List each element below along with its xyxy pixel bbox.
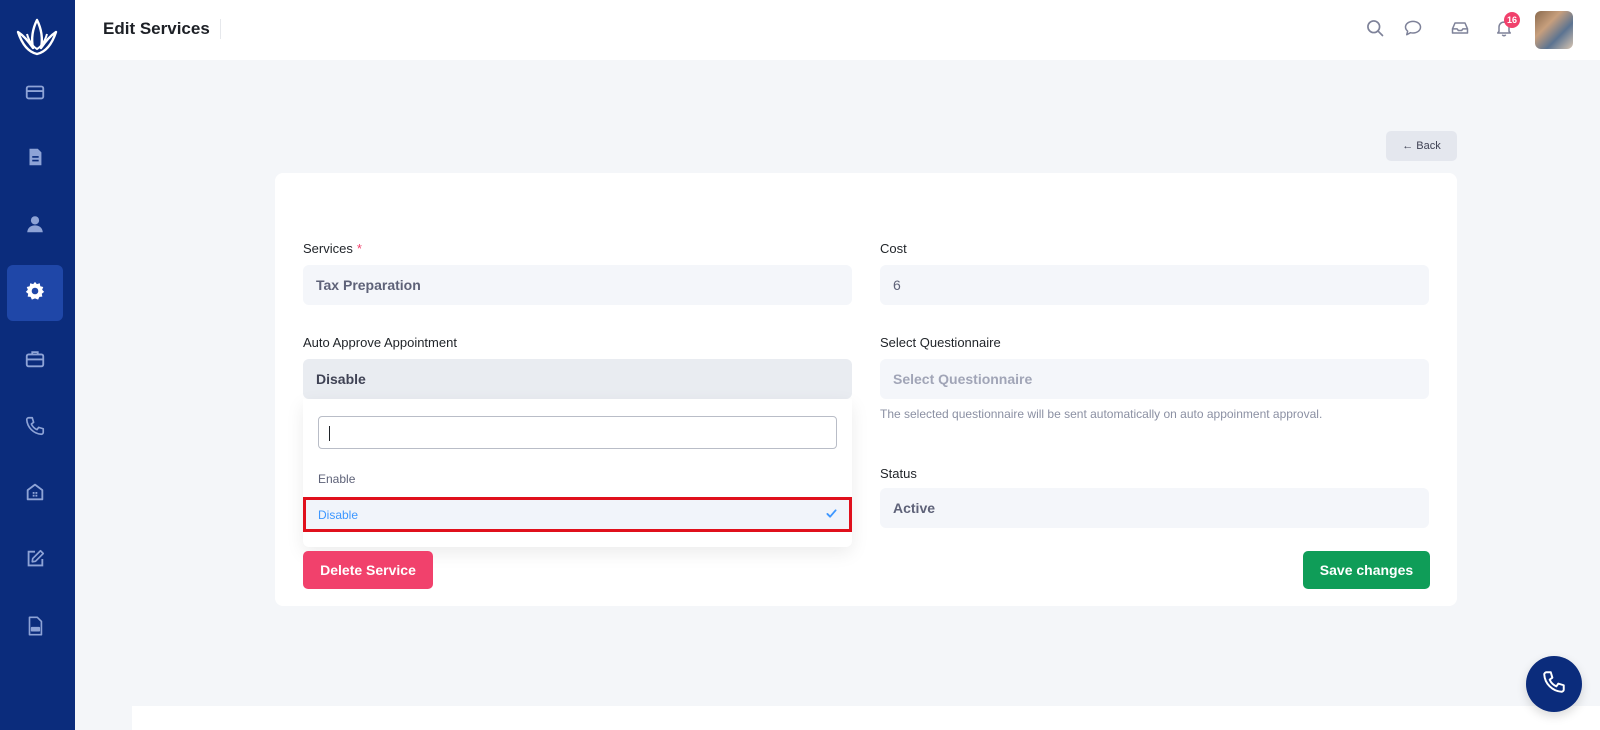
auto-approve-dropdown: Enable Disable (303, 399, 852, 547)
cost-field[interactable]: 6 (880, 265, 1429, 305)
questionnaire-select[interactable]: Select Questionnaire (880, 359, 1429, 399)
delete-service-button[interactable]: Delete Service (303, 551, 433, 589)
text-caret (329, 426, 330, 441)
chat-icon (1403, 18, 1423, 43)
services-label: Services * (303, 241, 362, 256)
phone-icon (24, 415, 46, 442)
services-field[interactable]: Tax Preparation (303, 265, 852, 305)
sidebar-item-calls[interactable] (7, 400, 63, 456)
sidebar-item-offices[interactable] (7, 466, 63, 522)
back-button[interactable]: ← Back (1386, 131, 1457, 161)
user-avatar[interactable] (1535, 11, 1573, 49)
gear-icon (24, 280, 46, 307)
sidebar (0, 0, 75, 730)
document-icon (24, 146, 46, 173)
sidebar-item-wallet[interactable] (7, 66, 63, 122)
required-marker: * (356, 241, 362, 256)
check-icon (826, 508, 837, 519)
notification-count-badge: 16 (1504, 12, 1520, 28)
dropdown-option-enable[interactable]: Enable (303, 461, 852, 496)
inbox-button[interactable] (1448, 18, 1472, 42)
dropdown-search-input[interactable] (318, 416, 837, 449)
search-icon (1365, 18, 1385, 43)
inbox-icon (1450, 18, 1470, 43)
dropdown-option-disable[interactable]: Disable (303, 497, 852, 532)
topbar: Edit Services 16 (75, 0, 1600, 60)
questionnaire-hint: The selected questionnaire will be sent … (880, 407, 1323, 421)
search-button[interactable] (1363, 18, 1387, 42)
brand-logo[interactable] (14, 14, 60, 60)
sidebar-item-notes[interactable] (7, 533, 63, 589)
edit-icon (24, 548, 46, 575)
dropdown-option-label: Disable (318, 507, 359, 522)
building-icon (24, 481, 46, 508)
sidebar-item-users[interactable] (7, 198, 63, 254)
sidebar-item-pdf[interactable] (7, 600, 63, 656)
questionnaire-label: Select Questionnaire (880, 335, 1001, 350)
sidebar-item-settings[interactable] (7, 265, 63, 321)
wallet-icon (24, 81, 46, 108)
save-changes-button[interactable]: Save changes (1303, 551, 1430, 589)
call-button[interactable] (1526, 656, 1582, 712)
auto-approve-label: Auto Approve Appointment (303, 335, 457, 350)
user-icon (24, 213, 46, 240)
auto-approve-select[interactable]: Disable (303, 359, 852, 399)
pdf-icon (24, 615, 46, 642)
phone-icon (1541, 669, 1567, 700)
briefcase-icon (24, 348, 46, 375)
footer (132, 706, 1600, 730)
cost-label: Cost (880, 241, 907, 256)
sidebar-item-documents[interactable] (7, 131, 63, 187)
sidebar-item-jobs[interactable] (7, 333, 63, 389)
status-label: Status (880, 466, 917, 481)
status-select[interactable]: Active (880, 488, 1429, 528)
page-title: Edit Services (103, 19, 221, 39)
chat-button[interactable] (1401, 18, 1425, 42)
